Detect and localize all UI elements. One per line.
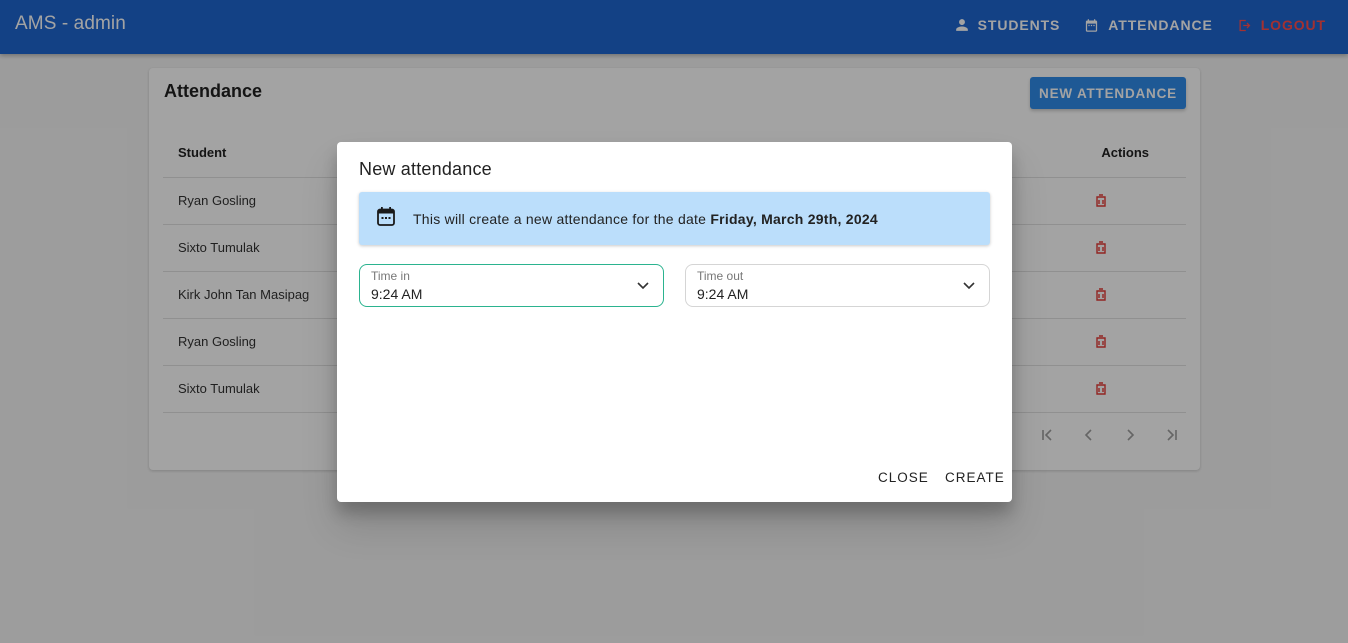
chevron-down-icon — [636, 278, 650, 297]
time-in-label: Time in — [371, 269, 410, 283]
time-out-select[interactable]: Time out 9:24 AM — [685, 264, 990, 307]
close-button[interactable]: CLOSE — [878, 470, 929, 485]
info-alert: This will create a new attendance for th… — [359, 192, 990, 245]
time-in-value: 9:24 AM — [371, 286, 423, 302]
time-out-label: Time out — [697, 269, 744, 283]
time-in-select[interactable]: Time in 9:24 AM — [359, 264, 664, 307]
alert-date: Friday, March 29th, 2024 — [710, 210, 878, 227]
chevron-down-icon — [962, 278, 976, 297]
new-attendance-dialog: New attendance This will create a new at… — [337, 142, 1012, 502]
alert-prefix: This will create a new attendance for th… — [413, 210, 707, 227]
calendar-icon — [376, 206, 396, 232]
time-out-value: 9:24 AM — [697, 286, 749, 302]
dialog-title: New attendance — [359, 159, 492, 179]
alert-message: This will create a new attendance for th… — [413, 211, 878, 227]
create-button[interactable]: CREATE — [945, 470, 1005, 485]
